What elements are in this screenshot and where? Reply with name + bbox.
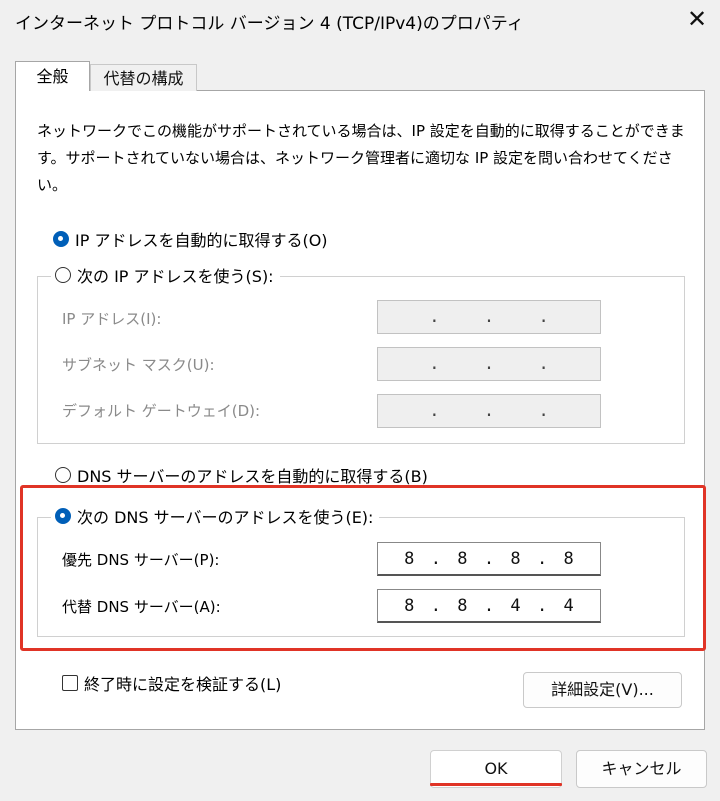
tab-alternate-configuration[interactable]: 代替の構成 (90, 64, 197, 91)
radio-unselected-icon (55, 267, 71, 283)
validate-on-exit-label: 終了時に設定を検証する(L) (84, 675, 282, 694)
close-icon: ✕ (686, 5, 708, 33)
radio-selected-icon (53, 231, 69, 247)
subnet-mask-field: ... (377, 347, 601, 381)
ip-address-label: IP アドレス(I): (62, 310, 162, 328)
default-gateway-label: デフォルト ゲートウェイ(D): (62, 402, 261, 420)
dns-highlight-box (20, 485, 706, 651)
ok-highlight-underline (430, 783, 562, 786)
description-text: ネットワークでこの機能がサポートされている場合は、IP 設定を自動的に取得するこ… (37, 122, 685, 194)
radio-unselected-icon (55, 467, 71, 483)
ip-manual-label: 次の IP アドレスを使う(S): (77, 267, 274, 286)
window-title: インターネット プロトコル バージョン 4 (TCP/IPv4)のプロパティ (15, 14, 524, 34)
advanced-button[interactable]: 詳細設定(V)... (523, 672, 682, 708)
tab-general[interactable]: 全般 (15, 61, 90, 91)
checkbox-icon (62, 675, 78, 691)
validate-on-exit-checkbox[interactable]: 終了時に設定を検証する(L) (62, 670, 281, 696)
ip-address-field: ... (377, 300, 601, 334)
dns-auto-label: DNS サーバーのアドレスを自動的に取得する(B) (77, 467, 428, 486)
default-gateway-field: ... (377, 394, 601, 428)
subnet-mask-label: サブネット マスク(U): (62, 356, 215, 374)
ip-auto-label: IP アドレスを自動的に取得する(O) (75, 231, 328, 250)
close-button[interactable]: ✕ (682, 4, 712, 34)
ip-manual-radio[interactable]: 次の IP アドレスを使う(S): (51, 262, 280, 288)
ip-auto-radio[interactable]: IP アドレスを自動的に取得する(O) (53, 226, 328, 252)
cancel-button[interactable]: キャンセル (576, 750, 707, 788)
